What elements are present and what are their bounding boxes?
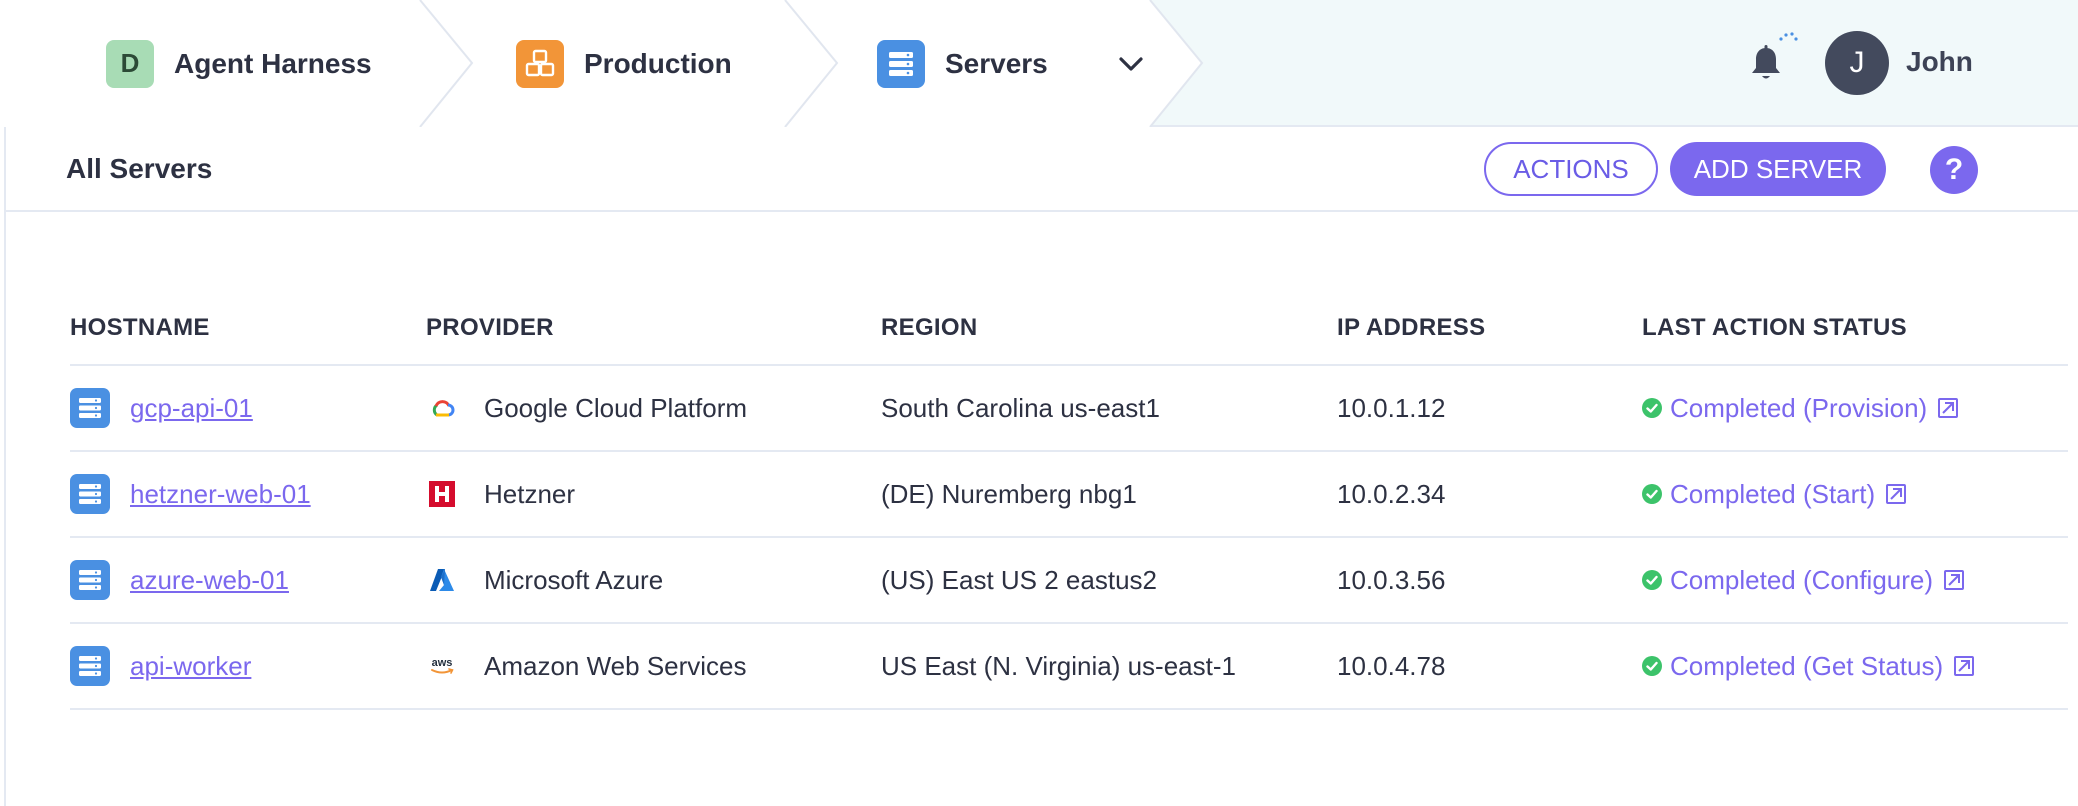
status-link[interactable]: Completed (Configure) bbox=[1642, 565, 1965, 596]
column-header-hostname[interactable]: HOSTNAME bbox=[70, 314, 210, 342]
server-icon bbox=[70, 560, 110, 600]
gcp-icon bbox=[426, 392, 458, 424]
page-title: All Servers bbox=[66, 153, 213, 184]
agent-harness-badge-letter: D bbox=[120, 48, 140, 78]
provider-cell: Google Cloud Platform bbox=[426, 366, 747, 450]
status-text: Completed (Start) bbox=[1670, 478, 1876, 509]
region-cell: (DE) Nuremberg nbg1 bbox=[881, 478, 1137, 509]
svg-text:aws: aws bbox=[432, 657, 453, 669]
region-cell: (US) East US 2 eastus2 bbox=[881, 564, 1157, 595]
ip-address-cell: 10.0.1.12 bbox=[1337, 392, 1446, 423]
region-cell: US East (N. Virginia) us-east-1 bbox=[881, 650, 1236, 681]
add-server-button[interactable]: ADD SERVER bbox=[1670, 142, 1886, 196]
hostname-cell: azure-web-01 bbox=[70, 538, 289, 622]
ip-address-cell: 10.0.4.78 bbox=[1337, 650, 1446, 681]
status-cell: Completed (Start) bbox=[1642, 452, 1907, 536]
server-icon bbox=[877, 39, 925, 88]
external-link-icon bbox=[1886, 484, 1907, 504]
status-text: Completed (Configure) bbox=[1670, 564, 1934, 595]
loading-spinner-icon bbox=[1779, 32, 1798, 41]
external-link-icon bbox=[1938, 398, 1959, 418]
help-icon: ? bbox=[1944, 153, 1964, 186]
cubes-icon bbox=[516, 39, 564, 88]
status-link[interactable]: Completed (Get Status) bbox=[1642, 651, 1975, 682]
breadcrumb-label: Servers bbox=[945, 47, 1048, 79]
region-cell: South Carolina us-east1 bbox=[881, 392, 1160, 423]
provider-name: Amazon Web Services bbox=[484, 650, 747, 681]
ip-address-cell: 10.0.2.34 bbox=[1337, 478, 1446, 509]
azure-icon bbox=[426, 564, 458, 596]
avatar[interactable]: J bbox=[1825, 31, 1889, 95]
left-divider bbox=[4, 127, 6, 806]
breadcrumb-servers[interactable]: Servers bbox=[877, 0, 1148, 127]
breadcrumb-label: Agent Harness bbox=[174, 47, 372, 79]
actions-button[interactable]: ACTIONS bbox=[1484, 142, 1658, 196]
bell-icon[interactable] bbox=[1748, 44, 1784, 84]
status-cell: Completed (Configure) bbox=[1642, 538, 1965, 622]
hostname-cell: api-worker bbox=[70, 624, 251, 708]
help-button[interactable]: ? bbox=[1930, 146, 1978, 194]
server-icon bbox=[70, 388, 110, 428]
top-breadcrumb-bar: D Agent Harness Production Servers J Joh… bbox=[0, 0, 2078, 127]
aws-icon: aws bbox=[426, 650, 458, 682]
status-link[interactable]: Completed (Start) bbox=[1642, 479, 1907, 510]
external-link-icon bbox=[1954, 656, 1975, 676]
servers-table: HOSTNAME PROVIDER REGION IP ADDRESS LAST… bbox=[70, 304, 2068, 710]
hostname-cell: hetzner-web-01 bbox=[70, 452, 311, 536]
hostname-link[interactable]: hetzner-web-01 bbox=[130, 479, 311, 510]
column-header-region[interactable]: REGION bbox=[881, 314, 977, 342]
ip-address-cell: 10.0.3.56 bbox=[1337, 564, 1446, 595]
agent-harness-badge: D bbox=[106, 39, 154, 88]
status-text: Completed (Get Status) bbox=[1670, 650, 1944, 681]
column-header-ip-address[interactable]: IP ADDRESS bbox=[1337, 314, 1485, 342]
breadcrumb-label: Production bbox=[584, 47, 732, 79]
breadcrumb-production[interactable]: Production bbox=[516, 0, 732, 127]
status-text: Completed (Provision) bbox=[1670, 392, 1928, 423]
hetzner-icon bbox=[426, 478, 458, 510]
check-circle-icon bbox=[1642, 656, 1662, 676]
table-row[interactable]: azure-web-01 Microsoft Azure (US) East U… bbox=[70, 538, 2068, 624]
column-header-last-action-status[interactable]: LAST ACTION STATUS bbox=[1642, 314, 1907, 342]
provider-name: Microsoft Azure bbox=[484, 564, 664, 595]
provider-cell: Microsoft Azure bbox=[426, 538, 663, 622]
chevron-down-icon[interactable] bbox=[1114, 47, 1148, 81]
status-cell: Completed (Provision) bbox=[1642, 366, 1959, 450]
hostname-link[interactable]: gcp-api-01 bbox=[130, 393, 253, 424]
avatar-initial: J bbox=[1849, 46, 1865, 79]
user-name[interactable]: John bbox=[1906, 46, 1973, 78]
breadcrumb-agent-harness[interactable]: D Agent Harness bbox=[106, 0, 372, 127]
column-header-provider[interactable]: PROVIDER bbox=[426, 314, 554, 342]
provider-name: Google Cloud Platform bbox=[484, 392, 748, 423]
server-icon bbox=[70, 646, 110, 686]
hostname-link[interactable]: api-worker bbox=[130, 651, 251, 682]
provider-name: Hetzner bbox=[484, 478, 576, 509]
table-row[interactable]: hetzner-web-01 Hetzner (DE) Nuremberg nb… bbox=[70, 452, 2068, 538]
provider-cell: aws Amazon Web Services bbox=[426, 624, 747, 708]
status-link[interactable]: Completed (Provision) bbox=[1642, 393, 1959, 424]
server-icon bbox=[70, 474, 110, 514]
provider-cell: Hetzner bbox=[426, 452, 575, 536]
table-header: HOSTNAME PROVIDER REGION IP ADDRESS LAST… bbox=[70, 304, 2068, 366]
check-circle-icon bbox=[1642, 484, 1662, 504]
hostname-cell: gcp-api-01 bbox=[70, 366, 253, 450]
hostname-link[interactable]: azure-web-01 bbox=[130, 565, 289, 596]
status-cell: Completed (Get Status) bbox=[1642, 624, 1975, 708]
table-row[interactable]: gcp-api-01 Google Cloud Platform South C… bbox=[70, 366, 2068, 452]
external-link-icon bbox=[1944, 570, 1965, 590]
page-header: All Servers ACTIONS ADD SERVER ? bbox=[6, 127, 2078, 212]
check-circle-icon bbox=[1642, 398, 1662, 418]
check-circle-icon bbox=[1642, 570, 1662, 590]
table-row[interactable]: api-worker aws Amazon Web Services US Ea… bbox=[70, 624, 2068, 710]
